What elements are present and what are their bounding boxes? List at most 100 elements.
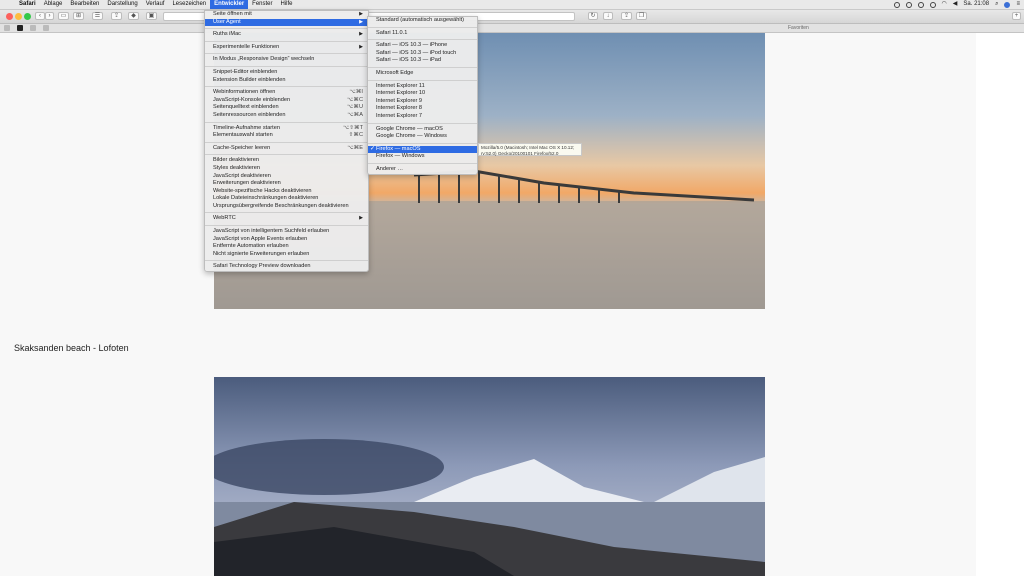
- menu-item[interactable]: Anderer …: [368, 166, 477, 174]
- menu-item[interactable]: Cache-Speicher leeren ⌥⌘E: [205, 145, 368, 153]
- menu-item[interactable]: Snippet-Editor einblenden: [205, 69, 368, 77]
- menu-item[interactable]: Entfernte Automation erlauben: [205, 243, 368, 251]
- menu-item[interactable]: Extension Builder einblenden: [205, 77, 368, 85]
- notification-center-icon[interactable]: ≡: [1016, 0, 1020, 9]
- menu-item[interactable]: Seitenressourcen einblenden ⌥⌘A: [205, 112, 368, 120]
- menu-verlauf[interactable]: Verlauf: [142, 0, 169, 9]
- menu-item[interactable]: Website-spezifische Hacks deaktivieren: [205, 188, 368, 196]
- menu-item[interactable]: Internet Explorer 9: [368, 98, 477, 106]
- menu-item[interactable]: Bilder deaktivieren: [205, 157, 368, 165]
- menu-item[interactable]: JavaScript deaktivieren: [205, 173, 368, 181]
- favorite-site-icon[interactable]: [30, 25, 36, 31]
- time-machine-icon[interactable]: [917, 1, 924, 8]
- menu-item[interactable]: Standard (automatisch ausgewählt): [368, 17, 477, 25]
- menu-item-label: Ruths iMac: [213, 31, 241, 38]
- status-icon[interactable]: [893, 1, 900, 8]
- menu-item[interactable]: Ruths iMac ▶: [205, 31, 368, 39]
- menu-item[interactable]: JavaScript-Konsole einblenden ⌥⌘C: [205, 97, 368, 105]
- menu-item-label: Nicht signierte Erweiterungen erlauben: [213, 250, 310, 257]
- menu-item[interactable]: Internet Explorer 10: [368, 90, 477, 98]
- bluetooth-icon[interactable]: [929, 1, 936, 8]
- favorites-bar: Favoriten: [0, 24, 1024, 33]
- new-tab-button[interactable]: +: [1012, 12, 1021, 20]
- menu-item-label: Entfernte Automation erlauben: [213, 243, 289, 250]
- privacy-icon[interactable]: ▣: [146, 12, 157, 20]
- menu-item[interactable]: Safari 11.0.1: [368, 30, 477, 38]
- menu-bearbeiten[interactable]: Bearbeiten: [66, 0, 103, 9]
- photo-caption: Skaksanden beach - Lofoten: [14, 343, 129, 353]
- menu-item[interactable]: Seitenquelltext einblenden ⌥⌘U: [205, 104, 368, 112]
- wifi-icon[interactable]: ◠: [942, 0, 947, 9]
- menu-item[interactable]: Google Chrome — macOS: [368, 126, 477, 134]
- forward-button[interactable]: ›: [45, 12, 54, 20]
- menu-hilfe[interactable]: Hilfe: [277, 0, 297, 9]
- sidebar-icon[interactable]: ▭: [58, 12, 69, 20]
- zoom-window-button[interactable]: [24, 13, 31, 20]
- menu-item-label: Snippet-Editor einblenden: [213, 68, 278, 75]
- menu-fenster[interactable]: Fenster: [248, 0, 276, 9]
- menu-item[interactable]: Styles deaktivieren: [205, 165, 368, 173]
- menu-item[interactable]: Firefox — Windows: [368, 153, 477, 161]
- browser-toolbar: ‹ › ▭ ⊞ ☰ ⇪ ◆ ▣ ↻ ↓ ⇪ ❐ +: [0, 10, 1024, 24]
- menu-item[interactable]: In Modus „Responsive Design“ wechseln: [205, 56, 368, 64]
- menu-item[interactable]: Experimentelle Funktionen ▶: [205, 44, 368, 52]
- favorites-icon[interactable]: [4, 25, 10, 31]
- menu-item[interactable]: User Agent ▶: [205, 18, 368, 27]
- back-button[interactable]: ‹: [35, 12, 45, 20]
- search-icon[interactable]: ⌕: [995, 0, 998, 9]
- menu-ablage[interactable]: Ablage: [40, 0, 67, 9]
- menu-item-shortcut: ⌥⇧⌘T: [342, 124, 363, 131]
- share-icon[interactable]: ⇪: [111, 12, 122, 20]
- menu-item[interactable]: Google Chrome — Windows: [368, 133, 477, 141]
- menu-item[interactable]: Seite öffnen mit ▶: [205, 11, 368, 19]
- menu-lesezeichen[interactable]: Lesezeichen: [168, 0, 210, 9]
- menu-item-label: Safari Technology Preview downloaden: [213, 263, 311, 270]
- extension-icon[interactable]: ◆: [128, 12, 139, 20]
- reader-icon[interactable]: ☰: [92, 12, 103, 20]
- menu-item[interactable]: Safari — iOS 10.3 — iPod touch: [368, 50, 477, 58]
- menu-item[interactable]: Erweiterungen deaktivieren: [205, 180, 368, 188]
- menu-item[interactable]: Safari Technology Preview downloaden: [205, 263, 368, 271]
- menu-item[interactable]: ✓ Firefox — macOS: [368, 145, 477, 154]
- menu-safari[interactable]: Safari: [15, 0, 40, 9]
- menu-item[interactable]: Safari — iOS 10.3 — iPad: [368, 57, 477, 65]
- menu-item-shortcut: ⇧⌘C: [348, 132, 363, 139]
- menu-item[interactable]: Timeline-Aufnahme starten ⌥⇧⌘T: [205, 125, 368, 133]
- volume-icon[interactable]: ◀: [953, 0, 958, 9]
- share-toolbar-icon[interactable]: ⇪: [621, 12, 632, 20]
- menu-item[interactable]: Ursprungsübergreifende Beschränkungen de…: [205, 203, 368, 211]
- menu-darstellung[interactable]: Darstellung: [103, 0, 141, 9]
- minimize-window-button[interactable]: [15, 13, 22, 20]
- menu-item[interactable]: JavaScript von intelligentem Suchfeld er…: [205, 228, 368, 236]
- menu-item[interactable]: Webinformationen öffnen ⌥⌘I: [205, 89, 368, 97]
- menu-item-label: Internet Explorer 7: [376, 112, 423, 119]
- menu-item[interactable]: Elementauswahl starten ⇧⌘C: [205, 132, 368, 140]
- menu-item-label: JavaScript-Konsole einblenden: [213, 96, 291, 103]
- menu-item[interactable]: Lokale Dateieinschränkungen deaktivieren: [205, 195, 368, 203]
- tabs-icon[interactable]: ❐: [636, 12, 647, 20]
- submenu-arrow-icon: ▶: [359, 215, 363, 222]
- menu-item[interactable]: Nicht signierte Erweiterungen erlauben: [205, 251, 368, 259]
- menu-item[interactable]: JavaScript von Apple Events erlauben: [205, 236, 368, 244]
- menu-item-label: Firefox — Windows: [376, 153, 425, 160]
- menu-item[interactable]: Internet Explorer 11: [368, 83, 477, 91]
- menu-item-label: WebRTC: [213, 215, 236, 222]
- tab-overview-icon[interactable]: ⊞: [73, 12, 84, 20]
- close-window-button[interactable]: [6, 13, 13, 20]
- menu-item[interactable]: Internet Explorer 7: [368, 113, 477, 121]
- favorites-label[interactable]: Favoriten: [788, 24, 809, 32]
- menu-item-label: Elementauswahl starten: [213, 132, 273, 139]
- menu-entwickler[interactable]: Entwickler: [210, 0, 249, 9]
- clock[interactable]: Sa. 21:08: [963, 0, 989, 9]
- menu-item[interactable]: Internet Explorer 8: [368, 105, 477, 113]
- menu-item[interactable]: Safari — iOS 10.3 — iPhone: [368, 42, 477, 50]
- reload-icon[interactable]: ↻: [588, 12, 598, 20]
- menu-item[interactable]: Microsoft Edge: [368, 70, 477, 78]
- status-icon[interactable]: [905, 1, 912, 8]
- favorite-site-icon[interactable]: [17, 25, 23, 31]
- favorite-site-icon[interactable]: [43, 25, 49, 31]
- user-icon[interactable]: [1004, 1, 1011, 8]
- menu-item-label: Seitenressourcen einblenden: [213, 111, 286, 118]
- download-icon[interactable]: ↓: [603, 12, 613, 20]
- menu-item[interactable]: WebRTC ▶: [205, 215, 368, 223]
